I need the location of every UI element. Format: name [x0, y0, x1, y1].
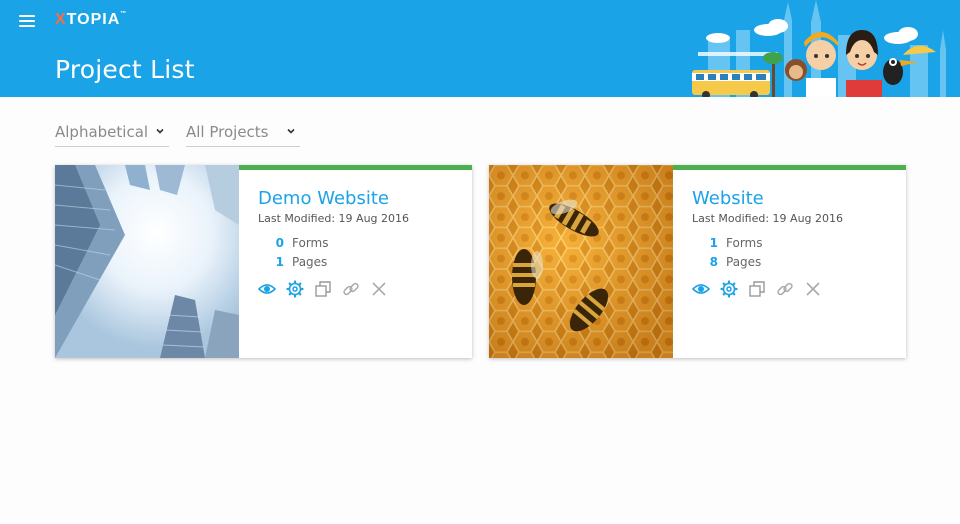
project-card[interactable]: Website Last Modified: 19 Aug 2016 1 Form… — [489, 165, 906, 358]
app-logo[interactable]: XTOPIA™ — [55, 11, 127, 29]
chevron-down-icon — [156, 128, 164, 134]
duplicate-icon[interactable] — [314, 280, 332, 298]
forms-label: Forms — [292, 236, 329, 250]
header-illustration — [692, 0, 946, 97]
eye-icon[interactable] — [692, 280, 710, 298]
scope-dropdown-value: All Projects — [186, 123, 269, 141]
pages-stat: 8 Pages — [692, 255, 762, 269]
last-modified: Last Modified: 19 Aug 2016 — [258, 212, 410, 225]
link-icon[interactable] — [342, 280, 360, 298]
close-icon[interactable] — [370, 280, 388, 298]
link-icon[interactable] — [776, 280, 794, 298]
scope-dropdown[interactable]: All Projects — [186, 121, 300, 147]
project-thumbnail-honeycomb[interactable] — [489, 165, 673, 358]
pages-stat: 1 Pages — [258, 255, 328, 269]
last-modified: Last Modified: 19 Aug 2016 — [692, 212, 844, 225]
eye-icon[interactable] — [258, 280, 276, 298]
gear-icon[interactable] — [720, 280, 738, 298]
forms-stat: 1 Forms — [692, 236, 763, 250]
sort-dropdown-value: Alphabetical — [55, 123, 149, 141]
chevron-down-icon — [287, 128, 295, 134]
project-thumbnail-skyscrapers[interactable] — [55, 165, 239, 358]
pages-count: 8 — [709, 255, 718, 269]
project-card[interactable]: Demo Website Last Modified: 19 Aug 2016 … — [55, 165, 472, 358]
menu-icon[interactable] — [19, 15, 35, 27]
app-header: XTOPIA™ Project List — [0, 0, 960, 97]
status-bar — [239, 165, 472, 170]
forms-count: 0 — [275, 236, 284, 250]
sort-dropdown[interactable]: Alphabetical — [55, 121, 169, 147]
pages-label: Pages — [292, 255, 328, 269]
pages-count: 1 — [275, 255, 284, 269]
close-icon[interactable] — [804, 280, 822, 298]
project-title[interactable]: Website — [692, 188, 764, 209]
status-bar — [673, 165, 906, 170]
project-title[interactable]: Demo Website — [258, 188, 389, 209]
forms-label: Forms — [726, 236, 763, 250]
page-title: Project List — [55, 55, 195, 84]
gear-icon[interactable] — [286, 280, 304, 298]
forms-stat: 0 Forms — [258, 236, 329, 250]
forms-count: 1 — [709, 236, 718, 250]
pages-label: Pages — [726, 255, 762, 269]
duplicate-icon[interactable] — [748, 280, 766, 298]
